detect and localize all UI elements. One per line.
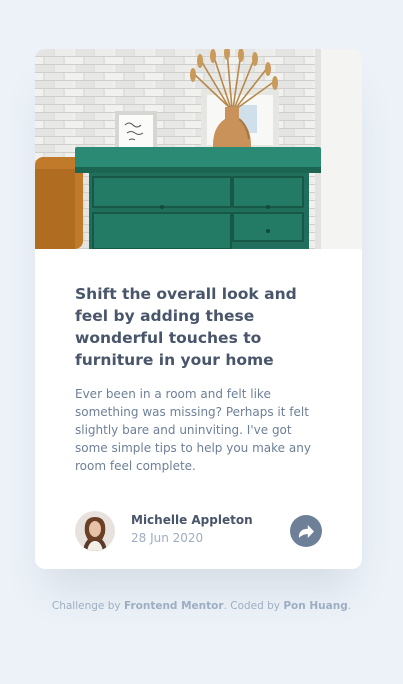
article-description: Ever been in a room and felt like someth… (75, 387, 311, 473)
drawers-image (35, 49, 362, 249)
attribution-middle: . Coded by (223, 600, 284, 612)
attribution: Challenge by Frontend Mentor. Coded by P… (0, 600, 403, 612)
avatar (75, 511, 115, 551)
author-section: Michelle Appleton 28 Jun 2020 (75, 511, 322, 551)
share-arrow-icon (298, 524, 314, 538)
article-card: Shift the overall look and feel by addin… (35, 49, 362, 569)
author-name: Michelle Appleton (131, 513, 253, 527)
coder-link[interactable]: Pon Huang (283, 600, 347, 612)
publish-date: 28 Jun 2020 (131, 531, 204, 545)
attribution-prefix: Challenge by (51, 600, 124, 612)
card-content: Shift the overall look and feel by addin… (75, 283, 325, 475)
attribution-suffix: . (347, 600, 352, 612)
share-button[interactable] (290, 515, 322, 547)
frontend-mentor-link[interactable]: Frontend Mentor (124, 600, 224, 612)
article-title: Shift the overall look and feel by addin… (75, 285, 297, 369)
